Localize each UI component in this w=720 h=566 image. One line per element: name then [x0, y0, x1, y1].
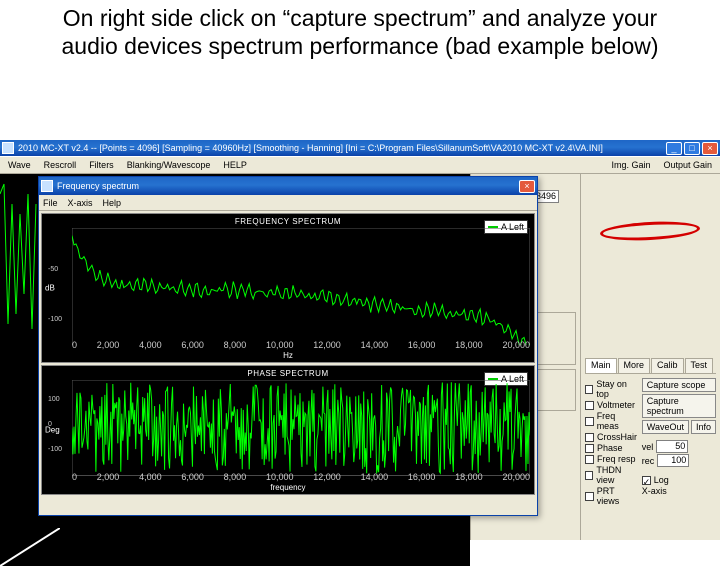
voltmeter-label: Voltmeter [597, 400, 635, 410]
tb-help[interactable]: HELP [217, 159, 253, 171]
phase-plot-svg [72, 380, 530, 476]
freq-chart: FREQUENCY SPECTRUM A Left dB -50 -100 02… [41, 213, 535, 363]
thdn-label: THDN view [596, 465, 637, 485]
phase-xlabel: frequency [42, 483, 534, 492]
popup-icon [41, 180, 53, 192]
tb-img-gain[interactable]: Img. Gain [605, 159, 656, 171]
maximize-button[interactable]: □ [684, 142, 700, 155]
capture-spectrum-button[interactable]: Capture spectrum [642, 394, 716, 418]
log-check[interactable]: ✓ [642, 476, 651, 485]
phase-xticks: 02,0004,0006,0008,00010,00012,00014,0001… [72, 472, 530, 482]
phase-ytick-0: 0 [48, 421, 52, 428]
minimize-button[interactable]: _ [666, 142, 682, 155]
popup-menu-xaxis[interactable]: X-axis [68, 198, 93, 208]
freqresp-label: Freq resp [597, 454, 636, 464]
prt-check[interactable] [585, 492, 594, 501]
freq-ytick-100: -100 [48, 316, 62, 323]
capture-scope-button[interactable]: Capture scope [642, 378, 716, 392]
voltmeter-check[interactable] [585, 401, 594, 410]
popup-menu-help[interactable]: Help [103, 198, 122, 208]
window-title: 2010 MC-XT v2.4 -- [Points = 4096] [Samp… [18, 143, 666, 153]
vel-label: vel [642, 442, 654, 452]
tb-filters[interactable]: Filters [83, 159, 120, 171]
log-label: Log [654, 475, 669, 485]
tb-blanking[interactable]: Blanking/Wavescope [121, 159, 217, 171]
tab-more[interactable]: More [618, 358, 651, 373]
popup-title-text: Frequency spectrum [57, 181, 519, 191]
main-toolbar: Wave Rescroll Filters Blanking/Wavescope… [0, 156, 720, 174]
phase-chart: PHASE SPECTRUM A Left Deg 100 0 -100 02,… [41, 365, 535, 495]
freq-xticks: 02,0004,0006,0008,00010,00012,00014,0001… [72, 340, 530, 350]
freqresp-check[interactable] [585, 455, 594, 464]
popup-menu-file[interactable]: File [43, 198, 58, 208]
spectrum-popup: Frequency spectrum × File X-axis Help FR… [38, 176, 538, 516]
bg-slope-area [0, 528, 470, 566]
slide-title: On right side click on “capture spectrum… [0, 0, 720, 60]
freq-plot-svg [72, 228, 530, 345]
tb-output-gain[interactable]: Output Gain [657, 159, 718, 171]
waveout-button[interactable]: WaveOut [642, 420, 689, 434]
phase-ytick-n100: -100 [48, 446, 62, 453]
tb-wave[interactable]: Wave [2, 159, 37, 171]
right-tabs: Main More Calib Test [585, 358, 716, 374]
thdn-check[interactable] [585, 471, 593, 480]
tab-main[interactable]: Main [585, 358, 617, 373]
tab-test[interactable]: Test [685, 358, 714, 373]
stayontop-label: Stay on top [596, 379, 637, 399]
phase-check[interactable] [585, 444, 594, 453]
rec-label: rec [642, 456, 655, 466]
popup-titlebar: Frequency spectrum × [39, 177, 537, 195]
phase-ytick-100: 100 [48, 396, 60, 403]
tab-calib[interactable]: Calib [651, 358, 684, 373]
close-button[interactable]: × [702, 142, 718, 155]
vel-input[interactable]: 50 [656, 440, 688, 453]
freqmeas-label: Freq meas [597, 411, 638, 431]
freq-ytick-50: -50 [48, 266, 58, 273]
tb-rescroll[interactable]: Rescroll [38, 159, 83, 171]
freq-xlabel: Hz [42, 351, 534, 360]
freq-chart-title: FREQUENCY SPECTRUM [42, 217, 534, 226]
info-button[interactable]: Info [691, 420, 716, 434]
crosshair-check[interactable] [585, 433, 594, 442]
freq-ylabel: dB [45, 284, 55, 293]
checklist-col: Stay on top Voltmeter Freq meas CrossHai… [585, 378, 638, 507]
rec-input[interactable]: 100 [657, 454, 689, 467]
crosshair-label: CrossHair [597, 432, 637, 442]
popup-menu: File X-axis Help [39, 195, 537, 211]
buttons-col: Capture scope Capture spectrum WaveOut I… [642, 378, 716, 507]
freqmeas-check[interactable] [585, 417, 594, 426]
phase-label: Phase [597, 443, 623, 453]
xaxis-label: X-axis [642, 486, 667, 496]
right-panel: Main More Calib Test Stay on top Voltmet… [580, 174, 720, 540]
phase-chart-title: PHASE SPECTRUM [42, 369, 534, 378]
app-icon [2, 142, 14, 154]
prt-label: PRT views [597, 486, 638, 506]
popup-close-button[interactable]: × [519, 180, 535, 193]
main-titlebar: 2010 MC-XT v2.4 -- [Points = 4096] [Samp… [0, 140, 720, 156]
stayontop-check[interactable] [585, 385, 593, 394]
